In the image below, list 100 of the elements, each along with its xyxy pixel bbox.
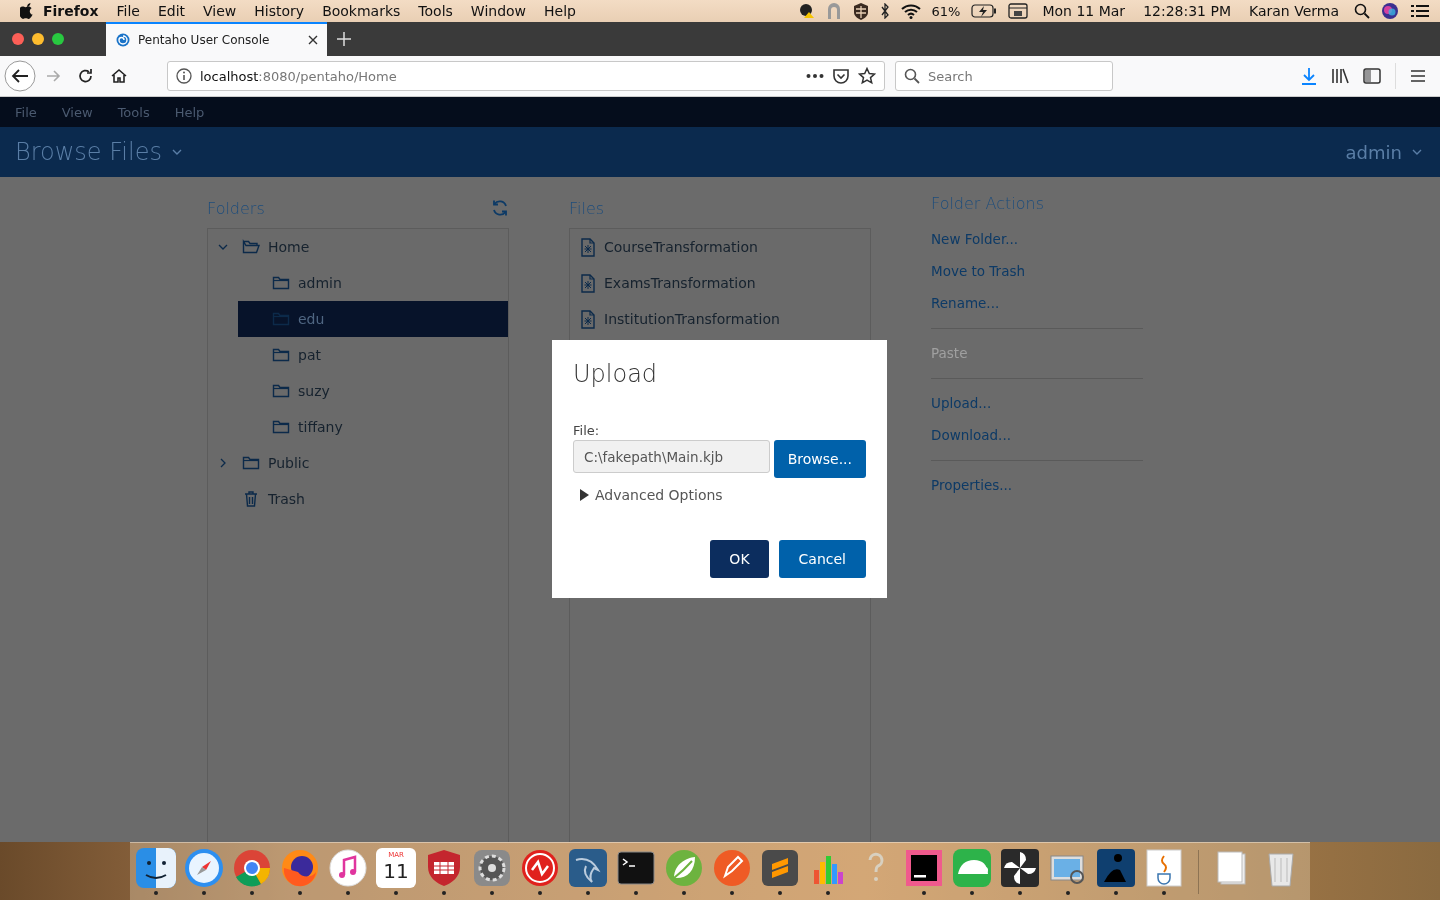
pocket-icon[interactable] [832,67,850,85]
file-list-item[interactable]: CourseTransformation [570,229,870,265]
menu-item[interactable]: View [194,3,246,19]
user-warning-icon[interactable] [798,3,815,19]
ring-icon[interactable] [232,848,272,888]
bluetooth-icon[interactable] [879,3,890,19]
search-icon [904,68,920,84]
address-field[interactable]: localhost:8080/pentaho/Home [167,61,885,91]
close-window-icon[interactable] [12,33,24,45]
square-logo-icon[interactable] [904,848,944,888]
fox-globe-icon[interactable] [280,848,320,888]
gear-icon[interactable] [472,848,512,888]
folder-icon [272,346,290,364]
menu-item[interactable]: Window [461,3,536,19]
folder-action-link[interactable]: New Folder... [931,223,1143,255]
folder-tree-item[interactable]: edu [238,301,508,337]
clock-date[interactable]: Mon 11 Mar [1028,3,1135,19]
document-icon [580,273,596,293]
s-shape-icon[interactable] [760,848,800,888]
file-list-item[interactable]: InstitutionTransformation [570,301,870,337]
orb-icon[interactable] [1381,2,1399,20]
leaf-icon[interactable] [664,848,704,888]
chevron-down-icon [171,149,182,155]
compass-icon[interactable] [184,848,224,888]
menu-item[interactable]: Help [164,104,220,120]
folder-tree-item[interactable]: Home [208,229,508,265]
user-name[interactable]: Karan Verma [1240,3,1348,19]
star-icon[interactable] [858,67,876,85]
folder-action-link[interactable]: Move to Trash [931,255,1143,287]
file-list-item[interactable]: ExamsTransformation [570,265,870,301]
download-icon[interactable] [1301,67,1317,85]
clock-time[interactable]: 12:28:31 PM [1134,3,1240,19]
folder-icon [272,418,290,436]
home-icon[interactable] [109,67,128,85]
browse-button[interactable]: Browse... [773,440,866,478]
menu-item[interactable]: Tools [409,3,462,19]
folder-tree-item[interactable]: pat [238,337,508,373]
folder-action-link[interactable]: Properties... [931,469,1143,501]
split-face-icon[interactable] [136,848,176,888]
battery-charging-icon[interactable] [971,4,998,18]
close-icon[interactable] [307,34,319,46]
zoom-window-icon[interactable] [52,33,64,45]
field-label: File: [573,423,601,438]
library-icon[interactable] [1331,68,1349,84]
minimize-window-icon[interactable] [32,33,44,45]
folder-action-link[interactable]: Download... [931,419,1143,451]
menu-item[interactable]: File [107,3,149,19]
folder-action-link[interactable]: Upload... [931,387,1143,419]
list-icon[interactable] [1410,3,1430,19]
perspective-menu[interactable]: Browse Files [15,138,182,166]
app-menu[interactable]: Firefox [34,3,108,19]
search-icon[interactable] [1354,3,1370,19]
calendar-day: 11 [383,859,409,883]
chevron-down-icon [1412,149,1422,155]
browser-tab[interactable]: Pentaho User Console [106,22,327,56]
cancel-button[interactable]: Cancel [778,540,866,578]
file-path-field[interactable]: C:\fakepath\Main.kjb [573,440,770,473]
new-tab-icon[interactable] [337,32,351,46]
menu-item[interactable]: File [5,104,52,120]
music-note-icon[interactable] [328,848,368,888]
menu-item[interactable]: Help [535,3,585,19]
folder-tree-item[interactable]: Public [208,445,508,481]
panel-title: Folders [207,198,265,218]
wifi-icon[interactable] [900,3,921,19]
advanced-options-toggle[interactable]: Advanced Options [573,487,723,503]
folder-icon [272,310,290,328]
fan-icon[interactable] [1000,848,1040,888]
more-icon[interactable] [806,73,824,79]
apple-icon [20,3,34,19]
document-icon [580,237,596,257]
menu-item[interactable]: Edit [148,3,195,19]
folder-tree-item[interactable]: tiffany [238,409,508,445]
menu-icon[interactable] [1410,69,1426,83]
chevron-down-icon[interactable] [218,242,228,252]
menu-item[interactable]: View [51,104,108,120]
back-icon[interactable] [4,60,36,92]
folder-tree-item[interactable]: suzy [238,373,508,409]
menu-item[interactable]: Bookmarks [313,3,410,19]
battery-percent: 61% [931,3,961,19]
folder-tree-item[interactable]: admin [238,265,508,301]
terminal-icon[interactable] [616,848,656,888]
pen-icon[interactable] [712,848,752,888]
keyboard-icon[interactable] [1008,3,1029,19]
menu-item[interactable]: History [245,3,314,19]
open-folder-icon [242,238,260,256]
folder-action-link[interactable]: Rename... [931,287,1143,319]
cup-icon[interactable] [1144,848,1184,888]
menu-item[interactable]: Tools [107,104,165,120]
sidebar-icon[interactable] [1363,68,1381,84]
search-field[interactable]: Search [895,61,1113,91]
chevron-right-icon[interactable] [218,458,228,468]
ok-button[interactable]: OK [710,540,769,578]
dialog-title: Upload [573,360,659,390]
reload-icon[interactable] [76,67,95,85]
document-icon [580,309,596,329]
url-path: :8080/pentaho/Home [258,68,397,84]
folder-tree-item[interactable]: Trash [208,481,508,517]
tab-title: Pentaho User Console [138,33,271,47]
shield-icon[interactable] [852,2,869,20]
user-menu[interactable]: admin [1345,141,1422,163]
